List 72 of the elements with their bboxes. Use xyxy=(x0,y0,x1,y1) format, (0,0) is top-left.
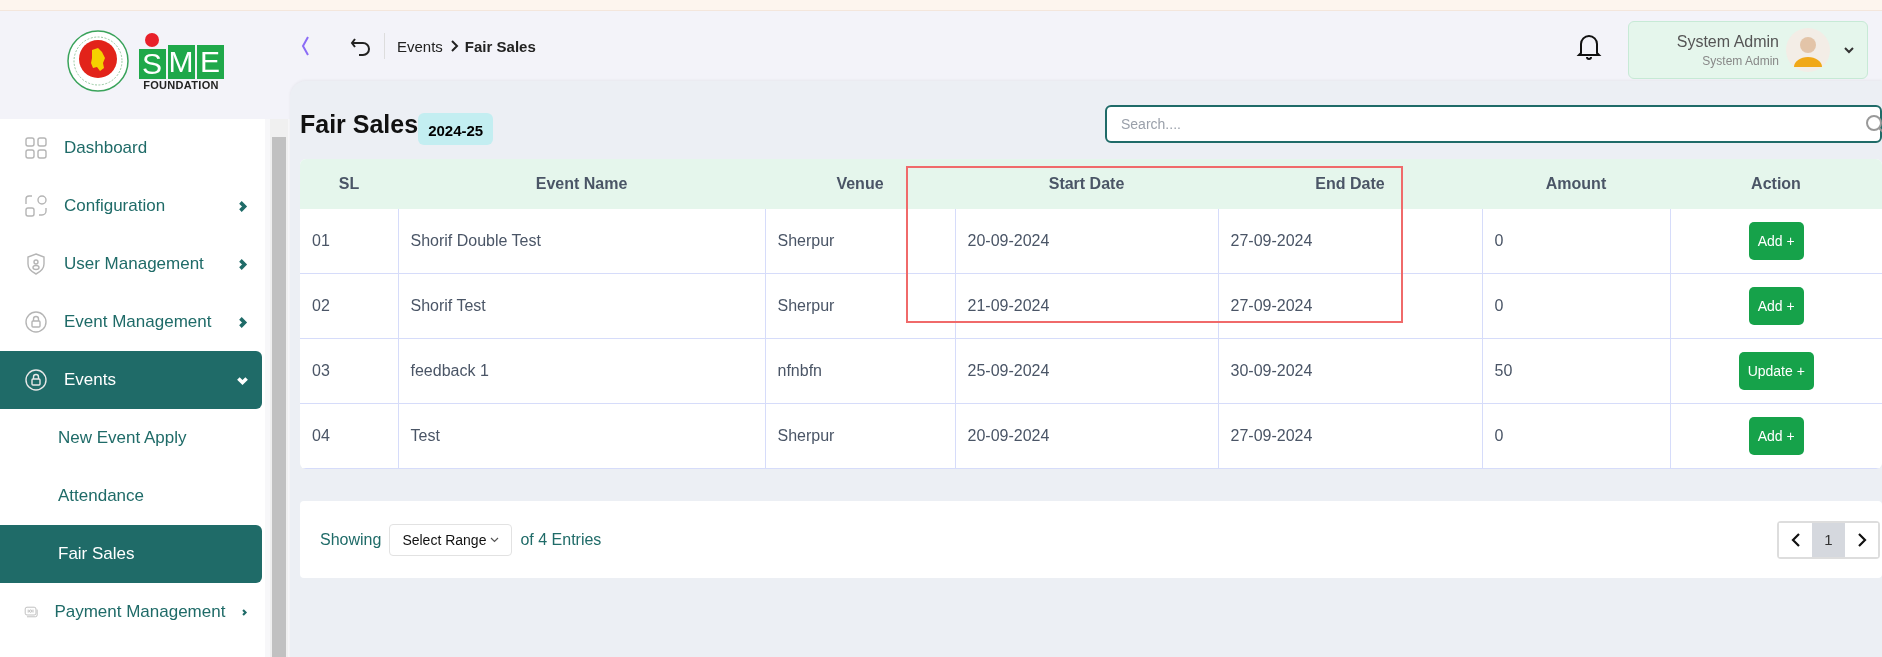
sme-foundation-logo: S M E FOUNDATION xyxy=(138,31,224,91)
action-button[interactable]: Add + xyxy=(1748,287,1804,325)
user-role: System Admin xyxy=(1702,53,1779,68)
table-cell: 30-09-2024 xyxy=(1218,338,1482,404)
page-button[interactable]: 1 xyxy=(1812,522,1845,557)
action-button[interactable]: Update + xyxy=(1738,352,1814,390)
range-select[interactable]: Select Range xyxy=(389,523,513,556)
caret-down-icon[interactable] xyxy=(1843,46,1855,54)
table-cell: 25-09-2024 xyxy=(955,338,1218,404)
breadcrumb-link[interactable]: Events xyxy=(397,37,443,55)
table-cell: nfnbfn xyxy=(765,338,955,404)
search-icon[interactable] xyxy=(1864,113,1882,135)
notification-bell-icon[interactable] xyxy=(1576,32,1602,60)
table-cell: 04 xyxy=(300,403,398,469)
table-cell: 0 xyxy=(1482,403,1670,469)
user-name: System Admin xyxy=(1676,32,1779,51)
breadcrumb-current: Fair Sales xyxy=(464,37,536,55)
action-button[interactable]: Add + xyxy=(1748,417,1804,455)
table-cell: Sherpur xyxy=(765,209,955,274)
table-cell: Test xyxy=(398,403,765,469)
sidebar-item[interactable]: Event Management xyxy=(0,293,262,351)
year-badge: 2024-25 xyxy=(418,113,494,145)
column-header: Event Name xyxy=(398,159,765,209)
chevron-left-icon xyxy=(1790,531,1801,548)
shield-user-icon xyxy=(24,252,48,276)
sidebar-item[interactable]: User Management xyxy=(0,235,262,293)
table-cell: Shorif Double Test xyxy=(398,209,765,274)
action-button[interactable]: Add + xyxy=(1748,222,1804,260)
scrollbar[interactable] xyxy=(270,119,288,657)
sidebar-item[interactable]: Fair Sales xyxy=(0,525,262,583)
table-cell: Sherpur xyxy=(765,273,955,339)
table-cell: 20-09-2024 xyxy=(955,209,1218,274)
chevron-right-icon xyxy=(1856,531,1867,548)
table-cell: 03 xyxy=(300,338,398,404)
table-cell: 27-09-2024 xyxy=(1218,209,1482,274)
table-cell: 01 xyxy=(300,209,398,274)
table-cell: Sherpur xyxy=(765,403,955,469)
shapes-icon xyxy=(24,194,48,218)
sidebar-item[interactable]: Events xyxy=(0,351,262,409)
emblem-drawing xyxy=(66,30,129,92)
sidebar-item[interactable]: Configuration xyxy=(0,177,262,235)
sidebar-item[interactable]: Payment Management xyxy=(0,583,262,641)
column-header: Venue xyxy=(765,159,955,209)
column-header: Start Date xyxy=(955,159,1218,209)
user-menu[interactable]: System Admin System Admin xyxy=(1628,21,1868,79)
sidebar-item[interactable]: Dashboard xyxy=(0,119,262,177)
table-cell: 0 xyxy=(1482,273,1670,339)
showing-label: Showing xyxy=(320,530,382,549)
table-cell: 02 xyxy=(300,273,398,339)
table-cell: 27-09-2024 xyxy=(1218,273,1482,339)
column-header: Amount xyxy=(1482,159,1670,209)
column-header: End Date xyxy=(1218,159,1482,209)
lock-icon xyxy=(24,310,48,334)
avatar xyxy=(1783,27,1833,73)
chevron-right-icon xyxy=(448,40,459,52)
sidebar-item[interactable]: New Event Apply xyxy=(0,409,262,467)
column-header: Action xyxy=(1670,159,1882,209)
table-cell: 21-09-2024 xyxy=(955,273,1218,339)
table-cell: 50 xyxy=(1482,338,1670,404)
table-cell: Shorif Test xyxy=(398,273,765,339)
table-cell: 27-09-2024 xyxy=(1218,403,1482,469)
column-header: SL xyxy=(300,159,398,209)
sidebar-item[interactable]: Attendance xyxy=(0,467,262,525)
caret-down-icon xyxy=(490,536,500,543)
lock-icon xyxy=(24,368,48,392)
search-field[interactable]: Search.... xyxy=(1105,105,1882,143)
table-cell: feedback 1 xyxy=(398,338,765,404)
table-cell: 0 xyxy=(1482,209,1670,274)
entries-label: of 4 Entries xyxy=(520,530,602,549)
page-title: Fair Sales xyxy=(300,109,419,139)
table-cell: 20-09-2024 xyxy=(955,403,1218,469)
grid-icon xyxy=(24,136,48,160)
